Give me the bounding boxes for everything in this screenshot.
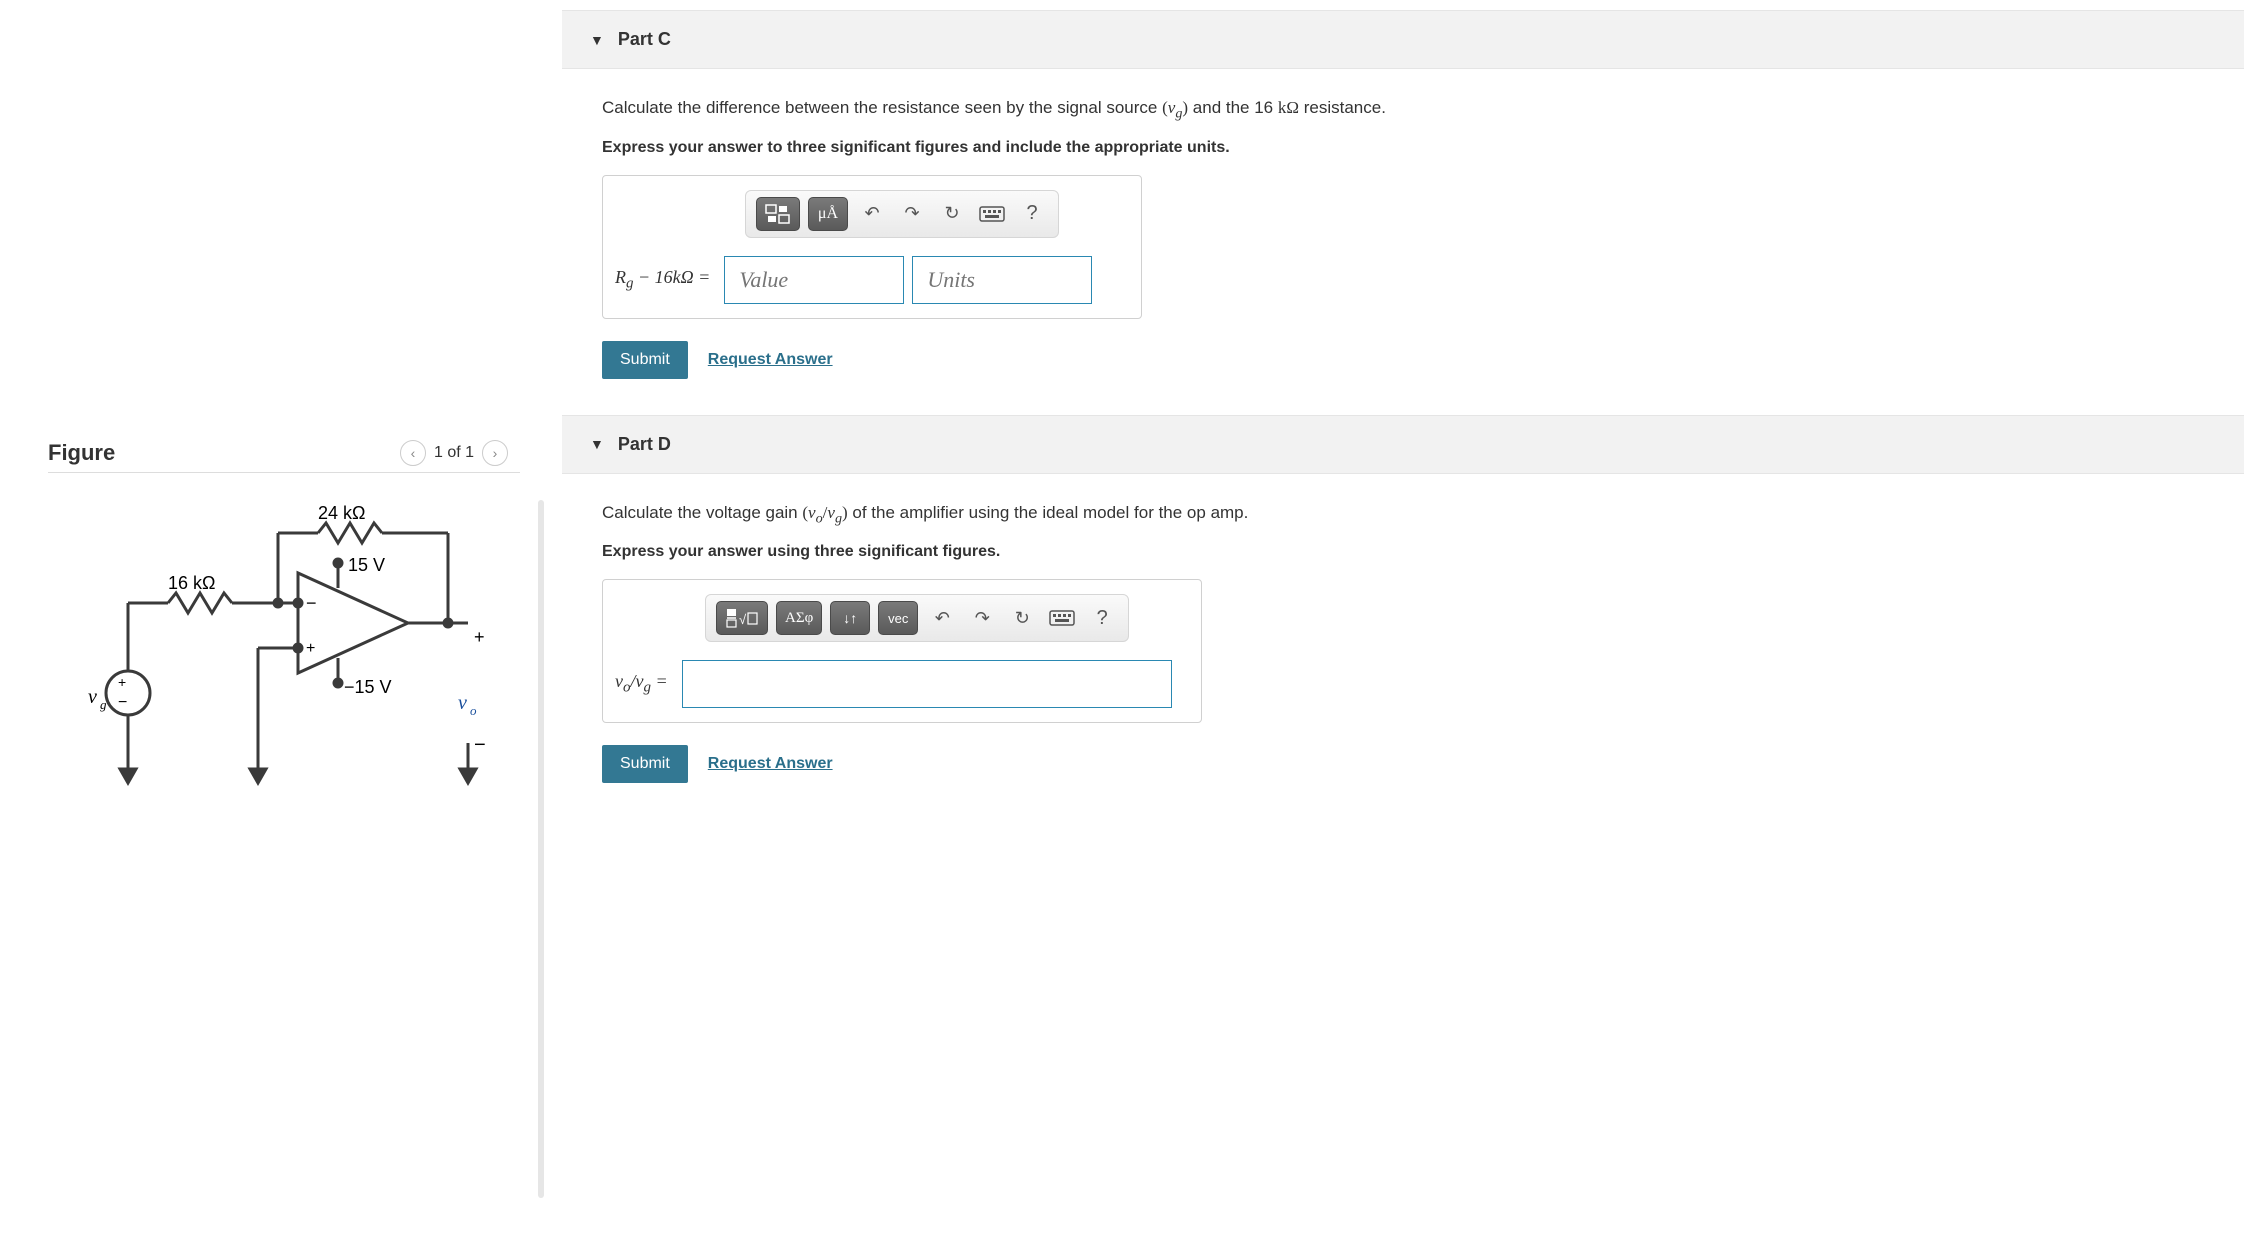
part-c-toolbar: μÅ ↶ ↷ ↻ ? [745,190,1059,238]
label-vplus: 15 V [348,555,385,575]
part-c-submit-button[interactable]: Submit [602,341,688,379]
label-vg: v [88,686,97,708]
svg-text:g: g [100,697,107,712]
figure-pager: ‹ 1 of 1 › [400,440,508,466]
part-d-toolbar: √ ΑΣφ ↓↑ vec ↶ ↷ ↻ ? [705,594,1129,642]
part-d-value-input[interactable] [682,660,1172,708]
part-c-eq-label: Rg − 16kΩ = [615,267,710,293]
units-button[interactable]: μÅ [808,197,848,231]
part-d-header[interactable]: ▼ Part D [562,415,2244,474]
fraction-button[interactable]: √ [716,601,768,635]
part-c-body: Calculate the difference between the res… [562,69,2244,415]
svg-text:+: + [306,640,315,657]
undo-button[interactable]: ↶ [926,601,958,635]
subscript-button[interactable]: ↓↑ [830,601,870,635]
part-d-title: Part D [618,434,671,455]
figure-next-button[interactable]: › [482,440,508,466]
part-d-request-answer-link[interactable]: Request Answer [708,755,833,773]
reset-button[interactable]: ↻ [936,197,968,231]
help-button[interactable]: ? [1086,601,1118,635]
keyboard-button[interactable] [1046,601,1078,635]
svg-text:−: − [474,734,486,756]
label-vo: v [458,692,467,714]
svg-text:+: + [118,674,126,690]
part-c-prompt: Calculate the difference between the res… [602,95,2204,125]
redo-button[interactable]: ↷ [896,197,928,231]
caret-down-icon: ▼ [590,32,604,48]
part-c-request-answer-link[interactable]: Request Answer [708,351,833,369]
figure-pane: Figure ‹ 1 of 1 › [0,0,520,1258]
reset-button[interactable]: ↻ [1006,601,1038,635]
svg-text:√: √ [739,612,747,627]
part-d-instruction: Express your answer using three signific… [602,543,2204,561]
label-r2: 24 kΩ [318,503,365,523]
svg-text:−: − [306,593,317,613]
part-d-answer-panel: √ ΑΣφ ↓↑ vec ↶ ↷ ↻ ? vo/vg = [602,579,1202,723]
part-d-submit-button[interactable]: Submit [602,745,688,783]
label-vminus: −15 V [344,677,392,697]
vector-button[interactable]: vec [878,601,918,635]
part-c-instruction: Express your answer to three significant… [602,139,2204,157]
label-r1: 16 kΩ [168,573,215,593]
figure-pager-label: 1 of 1 [434,444,474,462]
part-c-header[interactable]: ▼ Part C [562,10,2244,69]
figure-prev-button[interactable]: ‹ [400,440,426,466]
svg-text:+: + [474,627,485,647]
part-d-eq-label: vo/vg = [615,671,668,697]
part-c-units-input[interactable] [912,256,1092,304]
part-c-value-input[interactable] [724,256,904,304]
svg-text:−: − [118,694,127,711]
redo-button[interactable]: ↷ [966,601,998,635]
part-c-title: Part C [618,29,671,50]
question-pane: ▼ Part C Calculate the difference betwee… [562,0,2244,1258]
undo-button[interactable]: ↶ [856,197,888,231]
greek-button[interactable]: ΑΣφ [776,601,822,635]
keyboard-button[interactable] [976,197,1008,231]
figure-title: Figure [48,440,115,466]
help-button[interactable]: ? [1016,197,1048,231]
caret-down-icon: ▼ [590,436,604,452]
part-c-answer-panel: μÅ ↶ ↷ ↻ ? Rg − 16kΩ = [602,175,1142,319]
part-d-prompt: Calculate the voltage gain (vo/vg) of th… [602,500,2204,530]
templates-button[interactable] [756,197,800,231]
figure-image: + − − + + − v g 16 kΩ 24 kΩ 15 V −15 V v… [48,493,520,813]
pane-divider[interactable] [538,500,544,1198]
svg-text:o: o [470,703,477,718]
part-d-body: Calculate the voltage gain (vo/vg) of th… [562,474,2244,820]
